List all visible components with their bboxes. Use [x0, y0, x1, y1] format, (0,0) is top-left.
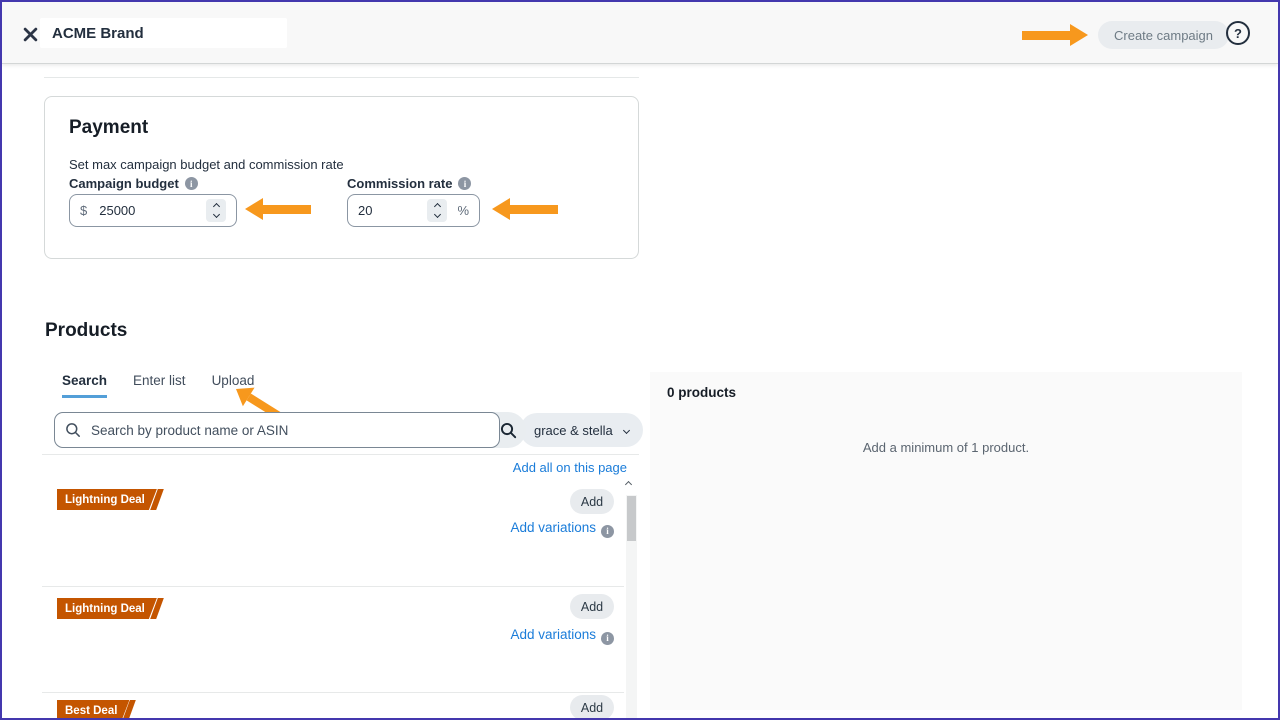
deal-badge-label: Lightning Deal	[57, 489, 157, 510]
search-icon	[65, 422, 81, 438]
scrollbar-thumb[interactable]	[627, 496, 636, 541]
add-variations-text: Add variations	[510, 520, 596, 535]
info-icon[interactable]: i	[601, 525, 614, 538]
commission-rate-value: 20	[358, 203, 427, 218]
add-all-on-page-link[interactable]: Add all on this page	[42, 460, 627, 475]
info-icon[interactable]: i	[458, 177, 471, 190]
brand-filter-value: grace & stella	[534, 423, 613, 438]
list-divider	[42, 454, 639, 455]
selected-products-panel: 0 products Add a minimum of 1 product.	[650, 372, 1242, 710]
currency-symbol: $	[80, 203, 87, 218]
payment-title: Payment	[69, 117, 148, 139]
budget-stepper[interactable]	[206, 199, 226, 222]
add-variations-link[interactable]: Add variations i	[302, 627, 614, 645]
add-product-button[interactable]: Add	[570, 489, 614, 514]
add-product-button[interactable]: Add	[570, 594, 614, 619]
product-list-scrollbar[interactable]	[626, 482, 637, 720]
deal-badge-label: Lightning Deal	[57, 598, 157, 619]
add-variations-link[interactable]: Add variations i	[302, 520, 614, 538]
deal-badge: Lightning Deal	[57, 489, 160, 510]
section-divider	[44, 77, 639, 78]
scroll-up-icon[interactable]	[626, 482, 637, 495]
campaign-budget-input[interactable]: $ 25000	[69, 194, 237, 227]
deal-badge-label: Best Deal	[57, 700, 129, 720]
add-product-button[interactable]: Add	[570, 695, 614, 720]
tab-enter-list[interactable]: Enter list	[133, 373, 186, 398]
campaign-name-input[interactable]	[40, 18, 287, 48]
create-campaign-button[interactable]: Create campaign	[1098, 21, 1229, 49]
commission-rate-label-text: Commission rate	[347, 176, 452, 191]
products-title: Products	[45, 320, 127, 342]
payment-subtitle: Set max campaign budget and commission r…	[69, 157, 344, 172]
campaign-budget-label: Campaign budget i	[69, 176, 198, 191]
commission-rate-label: Commission rate i	[347, 176, 471, 191]
products-tabs: Search Enter list Upload	[62, 373, 254, 398]
help-icon[interactable]: ?	[1226, 21, 1250, 45]
info-icon[interactable]: i	[185, 177, 198, 190]
product-search-input[interactable]	[54, 412, 500, 448]
info-icon[interactable]: i	[601, 632, 614, 645]
add-variations-text: Add variations	[510, 627, 596, 642]
commission-rate-input[interactable]: 20 %	[347, 194, 480, 227]
close-icon[interactable]	[18, 22, 42, 46]
campaign-budget-value: 25000	[99, 203, 206, 218]
campaign-budget-label-text: Campaign budget	[69, 176, 179, 191]
deal-badge: Lightning Deal	[57, 598, 160, 619]
search-icon	[500, 422, 517, 439]
tab-search[interactable]: Search	[62, 373, 107, 398]
empty-state-message: Add a minimum of 1 product.	[650, 440, 1242, 455]
top-bar: Create campaign ?	[2, 2, 1278, 64]
chevron-down-icon	[623, 426, 630, 433]
percent-symbol: %	[457, 203, 469, 218]
tab-upload[interactable]: Upload	[212, 373, 255, 398]
row-divider	[42, 586, 624, 587]
selected-products-count: 0 products	[667, 385, 736, 400]
brand-filter-dropdown[interactable]: grace & stella	[520, 413, 643, 447]
deal-badge: Best Deal	[57, 700, 132, 720]
annotation-arrow-create-campaign	[1022, 24, 1088, 46]
row-divider	[42, 692, 624, 693]
campaign-builder-window: Create campaign ? Payment Set max campai…	[0, 0, 1280, 720]
product-search-field	[54, 412, 500, 448]
payment-card: Payment Set max campaign budget and comm…	[44, 96, 639, 259]
commission-stepper[interactable]	[427, 199, 447, 222]
